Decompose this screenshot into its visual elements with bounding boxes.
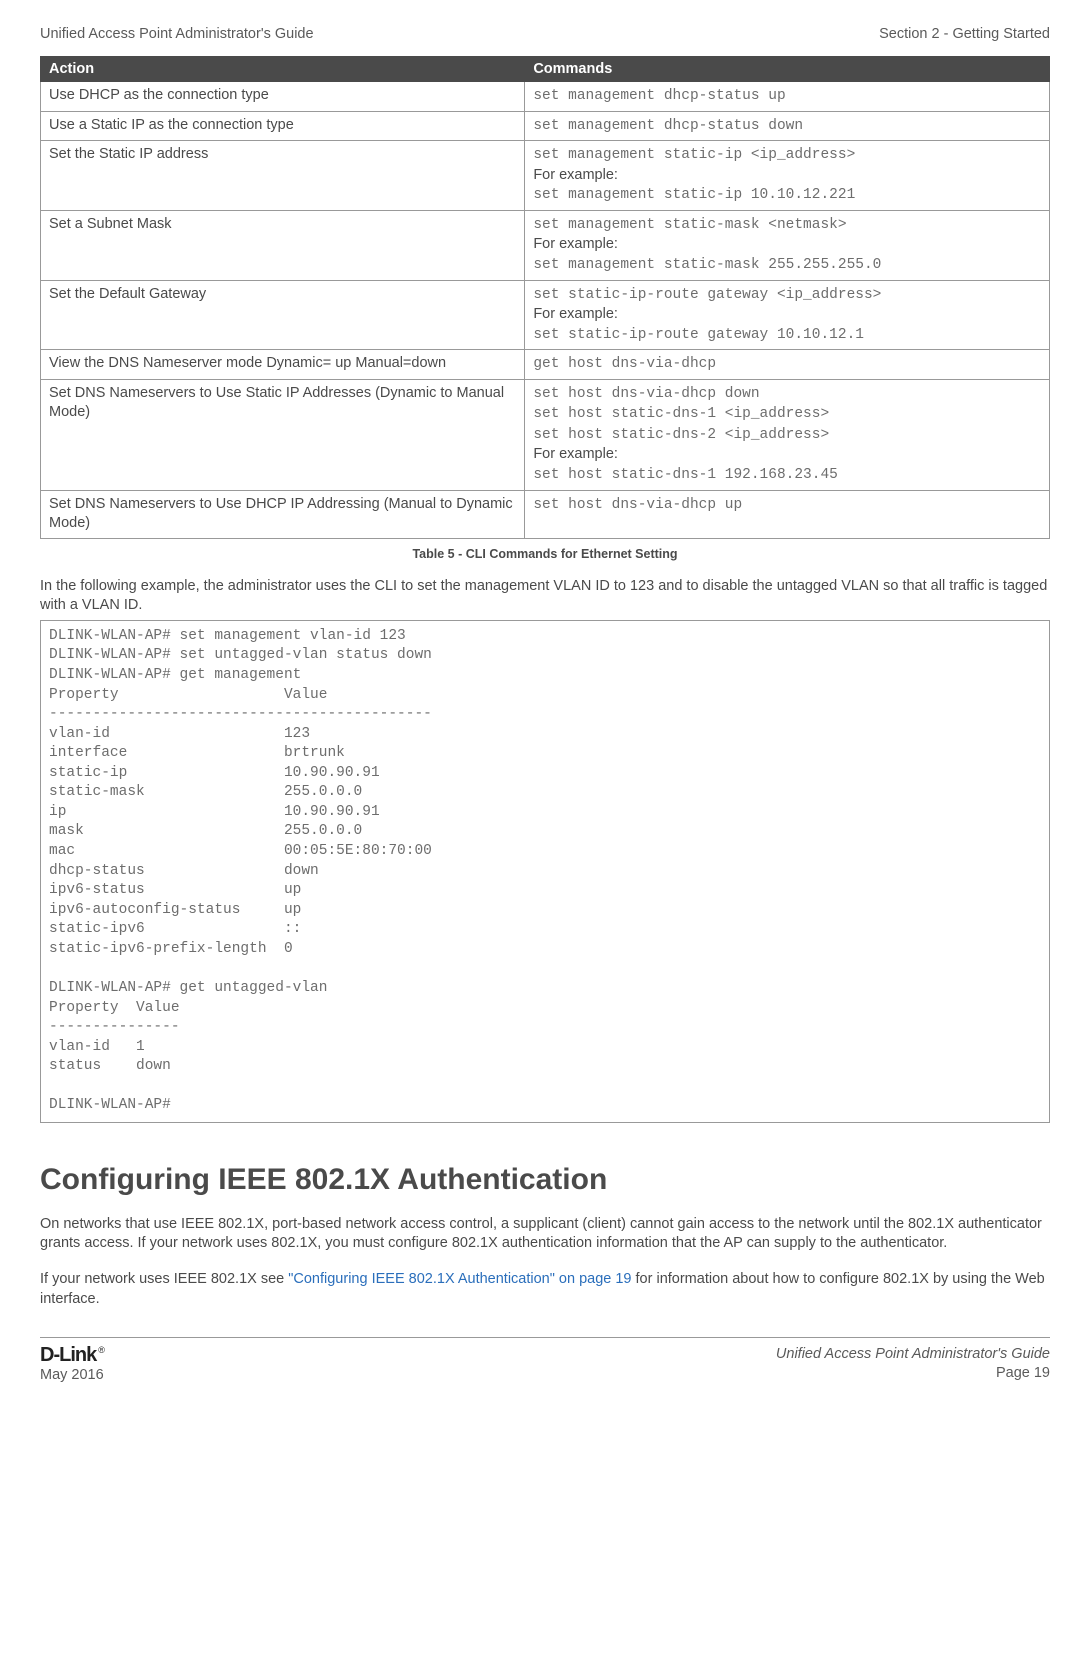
cell-command: set management static-mask <netmask> For… bbox=[525, 210, 1050, 280]
th-action: Action bbox=[41, 57, 525, 82]
cell-action: Use a Static IP as the connection type bbox=[41, 111, 525, 141]
cell-action: Use DHCP as the connection type bbox=[41, 82, 525, 112]
cell-command: set host dns-via-dhcp up bbox=[525, 490, 1050, 538]
dlink-logo: D-Link® bbox=[40, 1344, 105, 1367]
table-row: Set a Subnet Mask set management static-… bbox=[41, 210, 1050, 280]
cell-command: set management dhcp-status down bbox=[525, 111, 1050, 141]
section-heading: Configuring IEEE 802.1X Authentication bbox=[40, 1163, 1050, 1197]
table-row: Set DNS Nameservers to Use Static IP Add… bbox=[41, 379, 1050, 490]
cell-command: set management dhcp-status up bbox=[525, 82, 1050, 112]
cell-action: Set DNS Nameservers to Use DHCP IP Addre… bbox=[41, 490, 525, 538]
cell-action: View the DNS Nameserver mode Dynamic= up… bbox=[41, 350, 525, 380]
cli-commands-table: Action Commands Use DHCP as the connecti… bbox=[40, 56, 1050, 539]
section-paragraph-1: On networks that use IEEE 802.1X, port-b… bbox=[40, 1215, 1050, 1254]
table-row: Set DNS Nameservers to Use DHCP IP Addre… bbox=[41, 490, 1050, 538]
table-row: Set the Default Gateway set static-ip-ro… bbox=[41, 280, 1050, 350]
section-paragraph-2: If your network uses IEEE 802.1X see "Co… bbox=[40, 1270, 1050, 1309]
cell-action: Set the Static IP address bbox=[41, 141, 525, 211]
cell-command: set management static-ip <ip_address> Fo… bbox=[525, 141, 1050, 211]
table-caption: Table 5 - CLI Commands for Ethernet Sett… bbox=[40, 547, 1050, 561]
table-row: Set the Static IP address set management… bbox=[41, 141, 1050, 211]
cross-ref-link[interactable]: "Configuring IEEE 802.1X Authentication"… bbox=[288, 1271, 631, 1287]
table-row: Use a Static IP as the connection type s… bbox=[41, 111, 1050, 141]
cell-action: Set a Subnet Mask bbox=[41, 210, 525, 280]
header-left: Unified Access Point Administrator's Gui… bbox=[40, 26, 314, 42]
page-header: Unified Access Point Administrator's Gui… bbox=[40, 26, 1050, 42]
cell-action: Set DNS Nameservers to Use Static IP Add… bbox=[41, 379, 525, 490]
footer-page-number: Page 19 bbox=[776, 1364, 1050, 1383]
header-right: Section 2 - Getting Started bbox=[879, 26, 1050, 42]
footer-doc-title: Unified Access Point Administrator's Gui… bbox=[776, 1345, 1050, 1364]
footer-date: May 2016 bbox=[40, 1367, 105, 1383]
cell-command: set static-ip-route gateway <ip_address>… bbox=[525, 280, 1050, 350]
cell-action: Set the Default Gateway bbox=[41, 280, 525, 350]
table-row: Use DHCP as the connection type set mana… bbox=[41, 82, 1050, 112]
th-commands: Commands bbox=[525, 57, 1050, 82]
table-row: View the DNS Nameserver mode Dynamic= up… bbox=[41, 350, 1050, 380]
intro-paragraph: In the following example, the administra… bbox=[40, 577, 1050, 616]
page-footer: D-Link® May 2016 Unified Access Point Ad… bbox=[40, 1338, 1050, 1403]
cell-command: get host dns-via-dhcp bbox=[525, 350, 1050, 380]
cli-output-block: DLINK-WLAN-AP# set management vlan-id 12… bbox=[40, 620, 1050, 1123]
cell-command: set host dns-via-dhcp down set host stat… bbox=[525, 379, 1050, 490]
